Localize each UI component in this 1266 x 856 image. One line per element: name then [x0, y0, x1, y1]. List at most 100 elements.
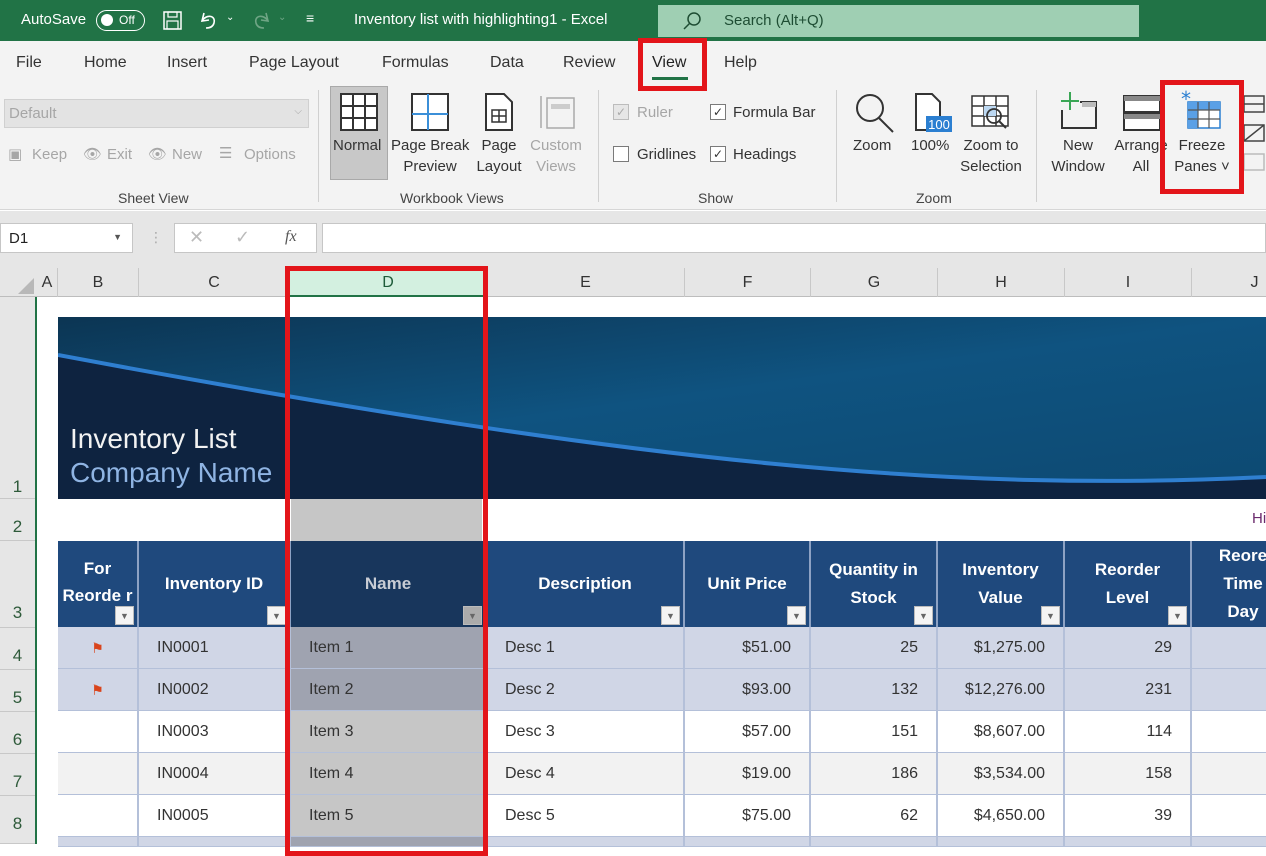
freeze-panes-icon[interactable]: * [1180, 90, 1224, 132]
cell-value[interactable]: $3,534.00 [938, 753, 1065, 795]
zoom-100-button[interactable]: 100% [911, 137, 949, 154]
zoom-100-icon[interactable]: 100 [913, 92, 953, 134]
cell-price[interactable]: $93.00 [685, 669, 811, 711]
arrange-all-icon[interactable] [1122, 94, 1162, 132]
row-header-4[interactable]: 4 [0, 628, 35, 670]
cell-qty[interactable]: 151 [811, 711, 938, 753]
column-header-f[interactable]: F [685, 268, 811, 297]
row-header-5[interactable]: 5 [0, 670, 35, 712]
page-layout-button[interactable]: Page Layout [473, 135, 525, 177]
row-header-7[interactable]: 7 [0, 754, 35, 796]
row-header-6[interactable]: 6 [0, 712, 35, 754]
filter-dropdown-icon[interactable]: ▼ [661, 606, 680, 625]
filter-dropdown-icon[interactable]: ▼ [914, 606, 933, 625]
cell-name[interactable]: Item 4 [291, 753, 487, 795]
autosave-toggle[interactable]: Off [96, 10, 145, 31]
tab-review[interactable]: Review [563, 54, 615, 72]
select-all-icon[interactable] [17, 277, 35, 295]
freeze-panes-button[interactable]: Freeze Panes ˅ [1170, 135, 1234, 177]
new-window-icon[interactable] [1058, 90, 1100, 132]
column-header-e[interactable]: E [487, 268, 685, 297]
tab-file[interactable]: File [16, 54, 42, 72]
tab-data[interactable]: Data [490, 54, 524, 72]
cell-name[interactable]: Item 1 [291, 627, 487, 669]
save-icon[interactable] [162, 10, 184, 32]
cell-reorder[interactable]: 29 [1065, 627, 1192, 669]
cell-id[interactable]: IN0002 [139, 669, 291, 711]
cell-price[interactable]: $51.00 [685, 627, 811, 669]
row-header-8[interactable]: 8 [0, 796, 35, 844]
formula-bar-checkbox[interactable]: ✓ [710, 104, 726, 120]
cell-days[interactable] [1192, 795, 1266, 837]
filter-dropdown-icon[interactable]: ▼ [1168, 606, 1187, 625]
customize-toolbar-icon[interactable]: ≡ [306, 10, 314, 26]
headings-checkbox[interactable]: ✓ [710, 146, 726, 162]
formula-input[interactable] [322, 223, 1266, 253]
zoom-button[interactable]: Zoom [853, 137, 891, 154]
new-window-button[interactable]: New Window [1046, 135, 1110, 177]
cell-days[interactable] [1192, 711, 1266, 753]
cell-name[interactable]: Item 3 [291, 711, 487, 753]
cell-qty[interactable]: 62 [811, 795, 938, 837]
tab-view[interactable]: View [652, 54, 686, 72]
cell-desc[interactable]: Desc 2 [487, 669, 685, 711]
row-header-2[interactable]: 2 [0, 499, 35, 541]
zoom-to-selection-button[interactable]: Zoom to Selection [958, 135, 1024, 177]
zoom-icon[interactable] [853, 92, 895, 134]
cell-reorder[interactable]: 39 [1065, 795, 1192, 837]
search-box[interactable]: Search (Alt+Q) [658, 5, 1139, 37]
cell-qty[interactable]: 25 [811, 627, 938, 669]
page-break-preview-icon[interactable] [410, 92, 450, 132]
cell-value[interactable]: $1,275.00 [938, 627, 1065, 669]
name-box[interactable]: D1 ▼ [0, 223, 133, 253]
cell-flag[interactable]: ⚑ [58, 627, 139, 669]
filter-dropdown-icon[interactable]: ▼ [115, 606, 134, 625]
drag-handle-icon[interactable]: ⋮ [149, 229, 163, 246]
zoom-to-selection-icon[interactable] [970, 94, 1012, 134]
gridlines-checkbox[interactable] [613, 146, 629, 162]
tab-home[interactable]: Home [84, 54, 127, 72]
page-break-preview-button[interactable]: Page Break Preview [391, 135, 469, 177]
cell-flag[interactable] [58, 711, 139, 753]
cell-flag[interactable]: ⚑ [58, 669, 139, 711]
row-header-3[interactable]: 3 [0, 541, 35, 628]
cell-name[interactable]: Item 5 [291, 795, 487, 837]
cell-desc[interactable]: Desc 3 [487, 711, 685, 753]
cell-days[interactable] [1192, 627, 1266, 669]
cell-value[interactable]: $12,276.00 [938, 669, 1065, 711]
row-header-1[interactable]: 1 [0, 297, 35, 499]
cell-id[interactable]: IN0004 [139, 753, 291, 795]
column-header-a[interactable]: A [37, 268, 58, 297]
cell-days[interactable] [1192, 669, 1266, 711]
column-header-d[interactable]: D [290, 268, 487, 297]
cell-flag[interactable] [58, 753, 139, 795]
tab-page-layout[interactable]: Page Layout [249, 54, 339, 72]
cell-flag[interactable] [58, 795, 139, 837]
column-header-g[interactable]: G [811, 268, 938, 297]
cell-qty[interactable]: 132 [811, 669, 938, 711]
cell-id[interactable]: IN0003 [139, 711, 291, 753]
cell-value[interactable]: $8,607.00 [938, 711, 1065, 753]
column-header-j[interactable]: J [1192, 268, 1266, 297]
cell-price[interactable]: $19.00 [685, 753, 811, 795]
filter-dropdown-icon[interactable]: ▼ [787, 606, 806, 625]
undo-icon[interactable] [198, 9, 220, 31]
cell-desc[interactable]: Desc 4 [487, 753, 685, 795]
column-header-b[interactable]: B [58, 268, 139, 297]
cell-name[interactable]: Item 2 [291, 669, 487, 711]
cell-desc[interactable]: Desc 1 [487, 627, 685, 669]
split-hide-unhide-icons[interactable] [1243, 94, 1266, 174]
arrange-all-button[interactable]: Arrange All [1110, 135, 1172, 177]
tab-insert[interactable]: Insert [167, 54, 207, 72]
column-header-c[interactable]: C [139, 268, 290, 297]
cell-reorder[interactable]: 231 [1065, 669, 1192, 711]
filter-dropdown-icon[interactable]: ▼ [1041, 606, 1060, 625]
cell-price[interactable]: $75.00 [685, 795, 811, 837]
cell-qty[interactable]: 186 [811, 753, 938, 795]
cell-reorder[interactable]: 158 [1065, 753, 1192, 795]
insert-function-button[interactable]: fx [285, 228, 297, 246]
cell-id[interactable]: IN0001 [139, 627, 291, 669]
undo-dropdown-icon[interactable]: ⌄ [226, 12, 234, 23]
cell-days[interactable] [1192, 753, 1266, 795]
cell-id[interactable]: IN0005 [139, 795, 291, 837]
